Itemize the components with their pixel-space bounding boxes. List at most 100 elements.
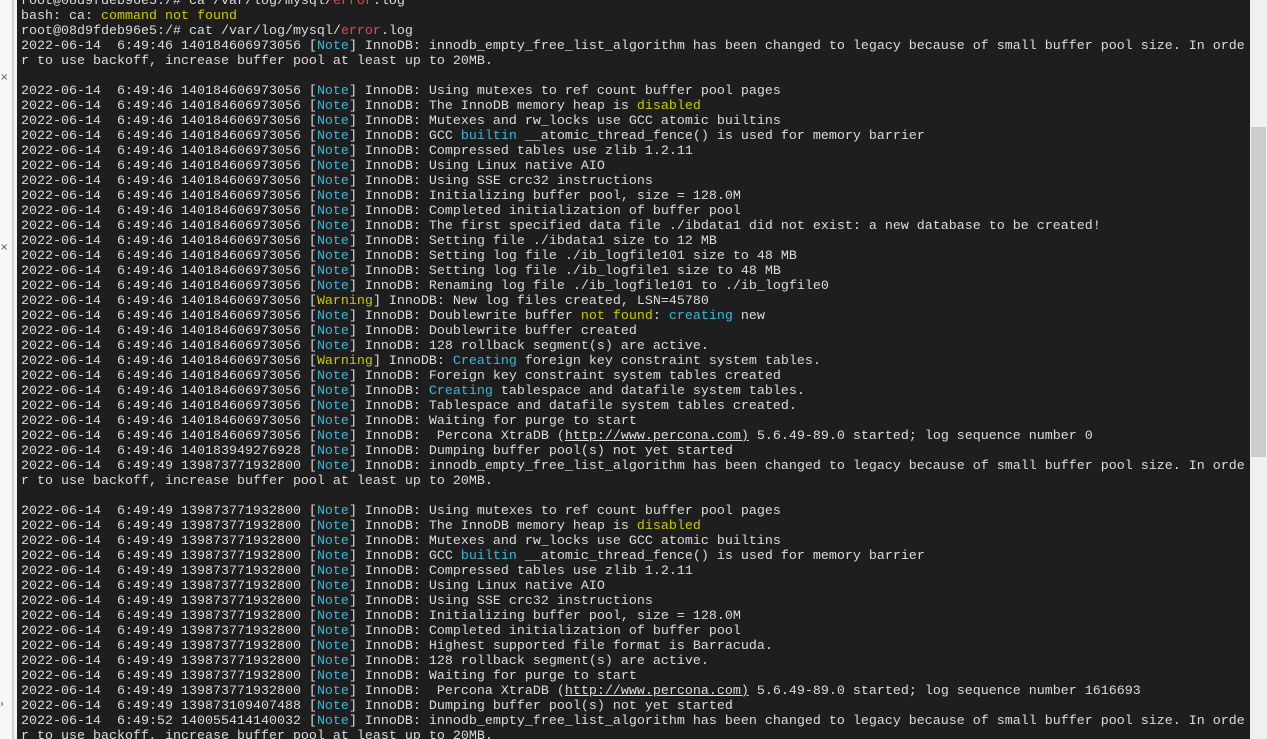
text-segment: root@08d9fdeb96e5:/# cat /var/log/mysql/ bbox=[21, 24, 341, 39]
text-segment: Note bbox=[316, 519, 349, 534]
text-segment: Note bbox=[316, 219, 349, 234]
text-segment: 2022-06-14 6:49:46 140184606973056 [ bbox=[21, 144, 317, 159]
text-segment: 2022-06-14 6:49:46 140184606973056 [ bbox=[21, 294, 317, 309]
text-segment: ] InnoDB: Compressed tables use zlib 1.2… bbox=[348, 144, 693, 159]
left-side-panel bbox=[0, 0, 12, 739]
terminal-line: 2022-06-14 6:49:49 139873771932800 [Note… bbox=[21, 504, 1245, 519]
text-segment: Note bbox=[316, 549, 349, 564]
text-segment: 2022-06-14 6:49:49 139873109407488 [ bbox=[21, 699, 317, 714]
text-segment: ] InnoDB: Using Linux native AIO bbox=[348, 159, 605, 174]
text-segment: Note bbox=[316, 594, 349, 609]
text-segment: 2022-06-14 6:49:46 140184606973056 [ bbox=[21, 369, 317, 384]
text-segment: Note bbox=[316, 684, 349, 699]
terminal-line: 2022-06-14 6:49:49 139873771932800 [Note… bbox=[21, 564, 1245, 579]
close-icon[interactable]: × bbox=[0, 242, 8, 253]
text-segment: 2022-06-14 6:49:46 140184606973056 [ bbox=[21, 399, 317, 414]
scrollbar-thumb[interactable] bbox=[1251, 127, 1266, 457]
text-segment: command not found bbox=[100, 9, 237, 24]
close-icon[interactable]: × bbox=[0, 72, 8, 83]
text-segment: ] InnoDB: Setting log file ./ib_logfile1… bbox=[348, 264, 781, 279]
text-segment: 2022-06-14 6:49:46 140184606973056 [ bbox=[21, 99, 317, 114]
terminal-line: 2022-06-14 6:49:49 139873771932800 [Note… bbox=[21, 654, 1245, 669]
text-segment: 2022-06-14 6:49:49 139873771932800 [ bbox=[21, 654, 317, 669]
text-segment: ] InnoDB: Setting log file ./ib_logfile1… bbox=[348, 249, 797, 264]
text-segment: 5.6.49-89.0 started; log sequence number… bbox=[748, 684, 1141, 699]
text-segment: ] InnoDB: Mutexes and rw_locks use GCC a… bbox=[348, 114, 781, 129]
text-segment: ] InnoDB: Doublewrite buffer bbox=[348, 309, 581, 324]
terminal-line: root@08d9fdeb96e5:/# cat /var/log/mysql/… bbox=[21, 24, 1245, 39]
terminal-line: 2022-06-14 6:49:46 140184606973056 [Note… bbox=[21, 414, 1245, 429]
text-segment: __atomic_thread_fence() is used for memo… bbox=[516, 129, 925, 144]
text-segment: ] InnoDB: Doublewrite buffer created bbox=[348, 324, 637, 339]
terminal-line: 2022-06-14 6:49:49 139873771932800 [Note… bbox=[21, 594, 1245, 609]
text-segment: error bbox=[332, 0, 373, 9]
text-segment: Note bbox=[316, 459, 349, 474]
terminal-line: 2022-06-14 6:49:46 140184606973056 [Note… bbox=[21, 129, 1245, 144]
text-segment: 2022-06-14 6:49:46 140184606973056 [ bbox=[21, 189, 317, 204]
text-segment: ] InnoDB: Using SSE crc32 instructions bbox=[348, 174, 653, 189]
terminal-line: 2022-06-14 6:49:46 140184606973056 [Note… bbox=[21, 144, 1245, 159]
text-segment: ] InnoDB: Dumping buffer pool(s) not yet… bbox=[348, 444, 733, 459]
text-segment: Creating bbox=[428, 384, 493, 399]
text-segment: 2022-06-14 6:49:49 139873771932800 [ bbox=[21, 594, 317, 609]
terminal-line: 2022-06-14 6:49:49 139873109407488 [Note… bbox=[21, 699, 1245, 714]
text-segment: ] InnoDB: Initializing buffer pool, size… bbox=[348, 189, 741, 204]
text-segment: ] InnoDB: innodb_empty_free_list_algorit… bbox=[348, 39, 1245, 54]
panel-divider[interactable] bbox=[12, 0, 14, 739]
text-segment: r to use backoff, increase buffer pool a… bbox=[21, 474, 493, 489]
text-segment: Warning bbox=[316, 354, 373, 369]
terminal-line: 2022-06-14 6:49:49 139873771932800 [Note… bbox=[21, 549, 1245, 564]
text-segment: 2022-06-14 6:49:46 140183949276928 [ bbox=[21, 444, 317, 459]
text-segment: not found bbox=[580, 309, 653, 324]
text-segment: disabled bbox=[636, 519, 701, 534]
text-segment: Note bbox=[316, 534, 349, 549]
text-segment: ] InnoDB: Using mutexes to ref count buf… bbox=[348, 84, 781, 99]
link[interactable]: http://www.percona.com) bbox=[565, 429, 749, 444]
text-segment: Note bbox=[316, 699, 349, 714]
text-segment: .log bbox=[372, 0, 405, 9]
text-segment: error bbox=[340, 24, 381, 39]
text-segment: Note bbox=[316, 714, 349, 729]
text-segment: 2022-06-14 6:49:46 140184606973056 [ bbox=[21, 384, 317, 399]
terminal-line: 2022-06-14 6:49:46 140184606973056 [Note… bbox=[21, 99, 1245, 114]
terminal-line: 2022-06-14 6:49:49 139873771932800 [Note… bbox=[21, 624, 1245, 639]
text-segment: 2022-06-14 6:49:46 140184606973056 [ bbox=[21, 309, 317, 324]
text-segment: : bbox=[652, 309, 669, 324]
text-segment: ] InnoDB: Initializing buffer pool, size… bbox=[348, 609, 741, 624]
text-segment: Note bbox=[316, 369, 349, 384]
text-segment: ] InnoDB: GCC bbox=[348, 549, 461, 564]
terminal-line: 2022-06-14 6:49:46 140184606973056 [Note… bbox=[21, 429, 1245, 444]
link[interactable]: http://www.percona.com) bbox=[565, 684, 749, 699]
text-segment: ] InnoDB: Percona XtraDB ( bbox=[348, 429, 565, 444]
text-segment: Note bbox=[316, 174, 349, 189]
terminal-line: 2022-06-14 6:49:46 140184606973056 [Warn… bbox=[21, 354, 1245, 369]
terminal-line: root@08d9fdeb96e5:/# ca /var/log/mysql/e… bbox=[21, 0, 1245, 9]
text-segment: Note bbox=[316, 144, 349, 159]
text-segment: ] InnoDB: bbox=[348, 384, 429, 399]
text-segment: Note bbox=[316, 399, 349, 414]
terminal-output[interactable]: root@08d9fdeb96e5:/# ca /var/log/mysql/e… bbox=[17, 0, 1250, 739]
text-segment: 2022-06-14 6:49:49 139873771932800 [ bbox=[21, 669, 317, 684]
text-segment: Note bbox=[316, 324, 349, 339]
text-segment: Note bbox=[316, 624, 349, 639]
text-segment: ] InnoDB: Compressed tables use zlib 1.2… bbox=[348, 564, 693, 579]
terminal-line: 2022-06-14 6:49:46 140184606973056 [Note… bbox=[21, 39, 1245, 54]
text-segment: ] InnoDB: Using mutexes to ref count buf… bbox=[348, 504, 781, 519]
terminal-line: 2022-06-14 6:49:46 140184606973056 [Note… bbox=[21, 249, 1245, 264]
expand-arrow-icon[interactable]: › bbox=[0, 699, 4, 710]
text-segment: 2022-06-14 6:49:46 140184606973056 [ bbox=[21, 279, 317, 294]
terminal-line: 2022-06-14 6:49:46 140184606973056 [Note… bbox=[21, 339, 1245, 354]
terminal-line: 2022-06-14 6:49:49 139873771932800 [Note… bbox=[21, 519, 1245, 534]
text-segment: 2022-06-14 6:49:49 139873771932800 [ bbox=[21, 579, 317, 594]
text-segment: Warning bbox=[316, 294, 373, 309]
text-segment: ] InnoDB: Renaming log file ./ib_logfile… bbox=[348, 279, 829, 294]
text-segment: Note bbox=[316, 99, 349, 114]
text-segment: Note bbox=[316, 414, 349, 429]
text-segment: Note bbox=[316, 429, 349, 444]
text-segment: 2022-06-14 6:49:46 140184606973056 [ bbox=[21, 429, 317, 444]
text-segment: ] InnoDB: bbox=[372, 354, 453, 369]
text-segment: ] InnoDB: Tablespace and datafile system… bbox=[348, 399, 797, 414]
terminal-line: 2022-06-14 6:49:46 140184606973056 [Note… bbox=[21, 279, 1245, 294]
text-segment: ] InnoDB: innodb_empty_free_list_algorit… bbox=[348, 714, 1245, 729]
